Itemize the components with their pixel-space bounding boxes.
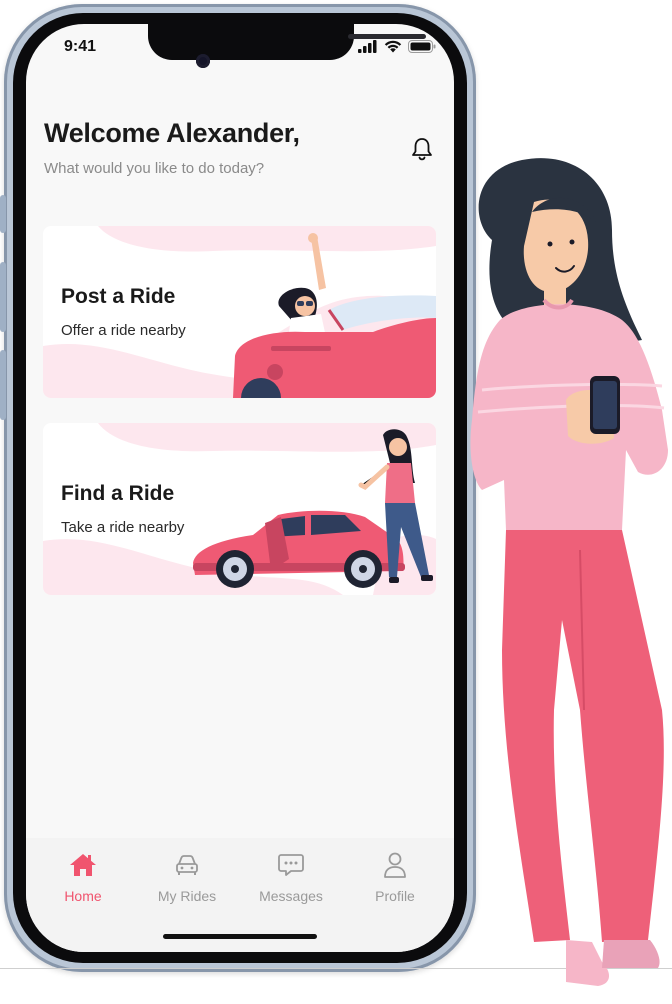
camera-lens: [196, 54, 210, 68]
home-indicator: [163, 934, 317, 939]
wifi-icon: [384, 40, 402, 53]
tab-messages[interactable]: Messages: [246, 850, 336, 904]
mute-switch: [0, 195, 6, 233]
signal-icon: [358, 40, 377, 53]
tab-my-rides-label: My Rides: [157, 888, 217, 904]
car-icon: [176, 855, 198, 875]
volume-up-button: [0, 262, 6, 332]
post-ride-card[interactable]: Post a Ride Offer a ride nearby: [43, 226, 436, 398]
find-ride-title: Find a Ride: [61, 482, 175, 505]
tab-messages-label: Messages: [259, 888, 323, 904]
tab-profile[interactable]: Profile: [350, 850, 440, 904]
app-screen: 9:41 Welcome Alexander, What would you l…: [26, 24, 454, 952]
tab-profile-label: Profile: [375, 888, 415, 904]
user-icon: [384, 852, 406, 878]
woman-with-phone-illustration: [470, 158, 668, 986]
notch: [148, 24, 426, 60]
welcome-heading: Welcome Alexander,: [44, 118, 300, 148]
tab-my-rides[interactable]: My Rides: [142, 850, 232, 904]
convertible-illustration: [43, 226, 436, 398]
welcome-subtitle: What would you like to do today?: [44, 160, 265, 177]
status-time: 9:41: [64, 38, 97, 55]
speaker: [348, 34, 426, 39]
home-icon: [70, 854, 96, 876]
hatchback-illustration: [43, 423, 436, 595]
battery-icon: [408, 40, 436, 53]
status-icons: [358, 40, 436, 53]
post-ride-subtitle: Offer a ride nearby: [61, 322, 186, 339]
tab-home-label: Home: [64, 888, 102, 904]
chat-icon: [278, 854, 304, 876]
post-ride-title: Post a Ride: [61, 285, 176, 308]
bell-icon[interactable]: [409, 136, 435, 162]
tab-home[interactable]: Home: [38, 850, 128, 904]
find-ride-card[interactable]: Find a Ride Take a ride nearby: [43, 423, 436, 595]
find-ride-subtitle: Take a ride nearby: [61, 519, 185, 536]
volume-down-button: [0, 350, 6, 420]
